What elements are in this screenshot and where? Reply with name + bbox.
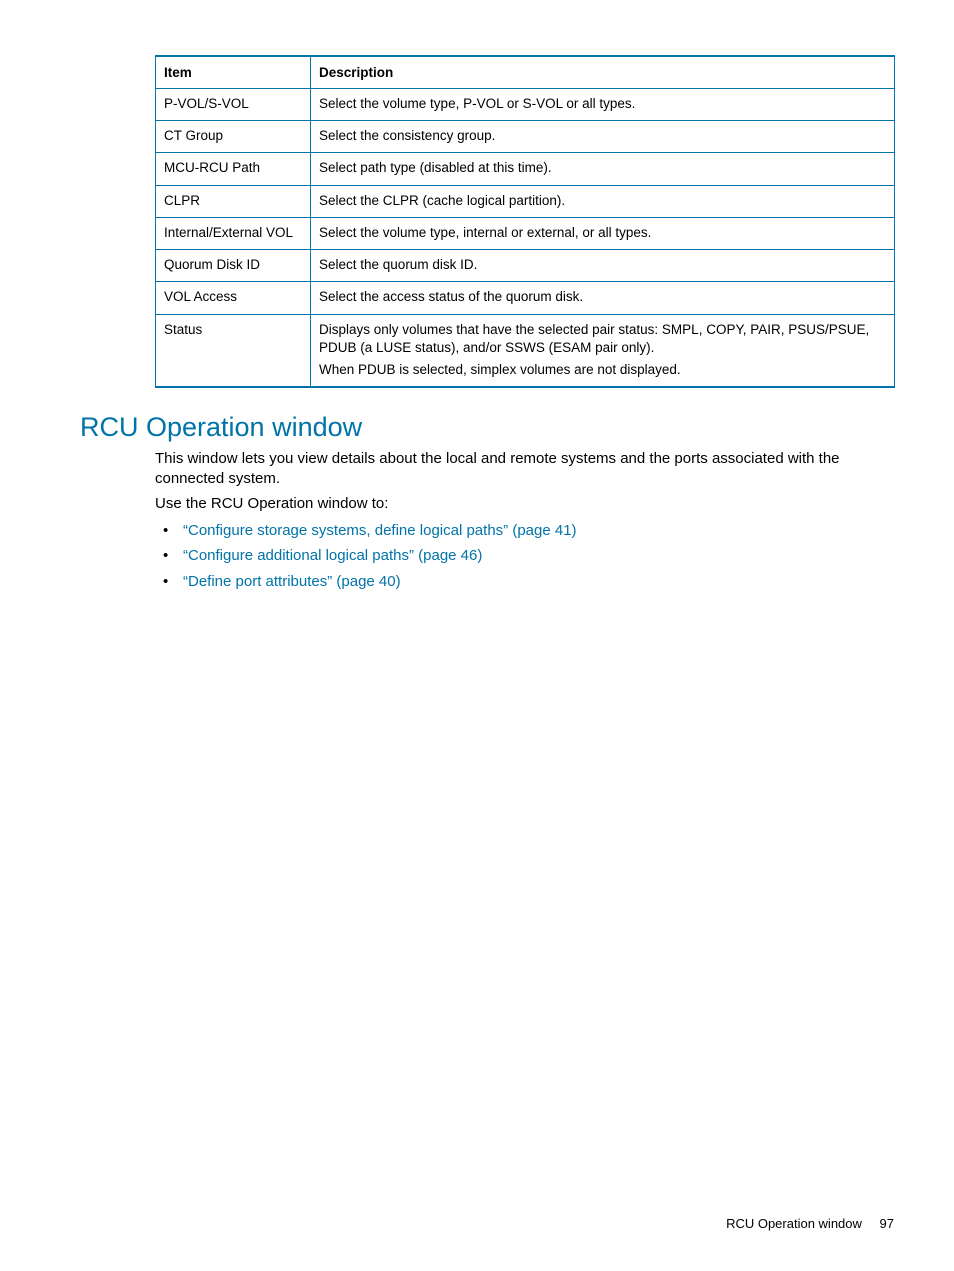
cell-item: Quorum Disk ID [156,250,311,282]
table-row: CLPR Select the CLPR (cache logical part… [156,185,895,217]
cell-desc: Displays only volumes that have the sele… [311,314,895,387]
page-number: 97 [880,1216,894,1231]
table-row: Quorum Disk ID Select the quorum disk ID… [156,250,895,282]
cell-item: Status [156,314,311,387]
cell-desc: Select the consistency group. [311,121,895,153]
table-row: VOL Access Select the access status of t… [156,282,895,314]
cell-item: P-VOL/S-VOL [156,89,311,121]
table-row: CT Group Select the consistency group. [156,121,895,153]
status-desc-line1: Displays only volumes that have the sele… [319,321,886,357]
list-item: “Configure storage systems, define logic… [155,518,899,544]
link-list: “Configure storage systems, define logic… [155,518,899,595]
table-row: Status Displays only volumes that have t… [156,314,895,387]
table-row: MCU-RCU Path Select path type (disabled … [156,153,895,185]
cross-reference-link[interactable]: “Configure additional logical paths” (pa… [183,547,482,564]
section-paragraph: This window lets you view details about … [155,449,899,490]
list-item: “Define port attributes” (page 40) [155,569,899,595]
footer-title: RCU Operation window [726,1216,862,1231]
status-desc-line2: When PDUB is selected, simplex volumes a… [319,361,886,379]
cross-reference-link[interactable]: “Configure storage systems, define logic… [183,522,577,539]
cross-reference-link[interactable]: “Define port attributes” (page 40) [183,573,401,590]
cell-item: MCU-RCU Path [156,153,311,185]
cell-desc: Select the volume type, internal or exte… [311,217,895,249]
cell-desc: Select the quorum disk ID. [311,250,895,282]
item-description-table: Item Description P-VOL/S-VOL Select the … [155,55,895,388]
cell-desc: Select path type (disabled at this time)… [311,153,895,185]
header-description: Description [311,56,895,89]
cell-item: CT Group [156,121,311,153]
header-item: Item [156,56,311,89]
page-footer: RCU Operation window 97 [726,1216,894,1231]
cell-item: VOL Access [156,282,311,314]
section-paragraph: Use the RCU Operation window to: [155,494,899,514]
table-row: Internal/External VOL Select the volume … [156,217,895,249]
list-item: “Configure additional logical paths” (pa… [155,543,899,569]
cell-desc: Select the access status of the quorum d… [311,282,895,314]
cell-desc: Select the volume type, P-VOL or S-VOL o… [311,89,895,121]
table-row: P-VOL/S-VOL Select the volume type, P-VO… [156,89,895,121]
cell-desc: Select the CLPR (cache logical partition… [311,185,895,217]
table-header-row: Item Description [156,56,895,89]
cell-item: Internal/External VOL [156,217,311,249]
section-heading: RCU Operation window [80,412,899,443]
cell-item: CLPR [156,185,311,217]
